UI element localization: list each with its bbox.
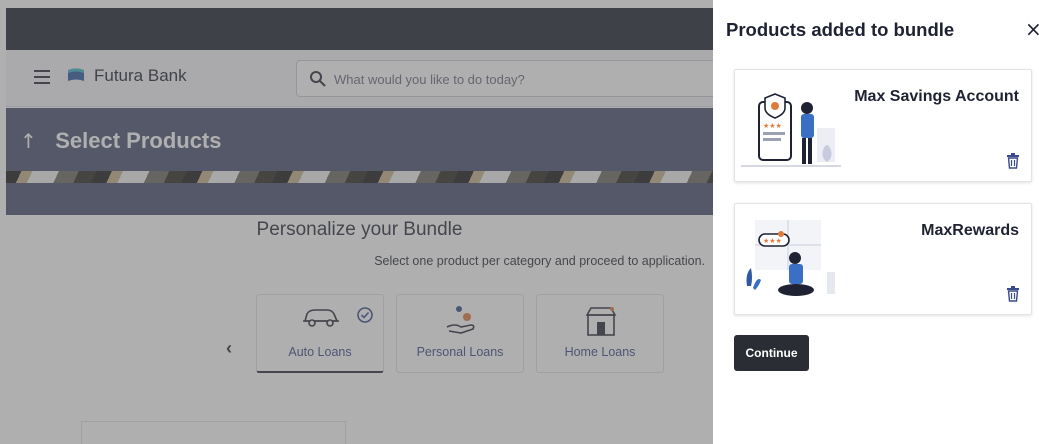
product-name: Max Savings Account: [854, 88, 1019, 105]
modal-overlay[interactable]: [0, 0, 713, 444]
product-name: MaxRewards: [921, 222, 1019, 239]
bundle-drawer: Products added to bundle × ★★★ Max Savin…: [713, 0, 1039, 444]
drawer-title: Products added to bundle: [726, 19, 955, 40]
trash-icon[interactable]: [1006, 153, 1020, 169]
bundle-product-card: ★★★ Max Savings Account: [734, 69, 1032, 182]
bundle-product-card: ★★★ MaxRewards: [734, 203, 1032, 315]
close-icon[interactable]: ×: [1025, 17, 1039, 41]
rewards-illustration: ★★★: [746, 220, 835, 296]
background-page: Futura Bank What would you like to do to…: [0, 0, 713, 444]
svg-text:★★★: ★★★: [763, 122, 782, 130]
trash-icon[interactable]: [1006, 286, 1020, 302]
savings-illustration: ★★★: [741, 93, 841, 167]
continue-button[interactable]: Continue: [734, 335, 809, 371]
svg-text:★★★: ★★★: [763, 237, 782, 245]
